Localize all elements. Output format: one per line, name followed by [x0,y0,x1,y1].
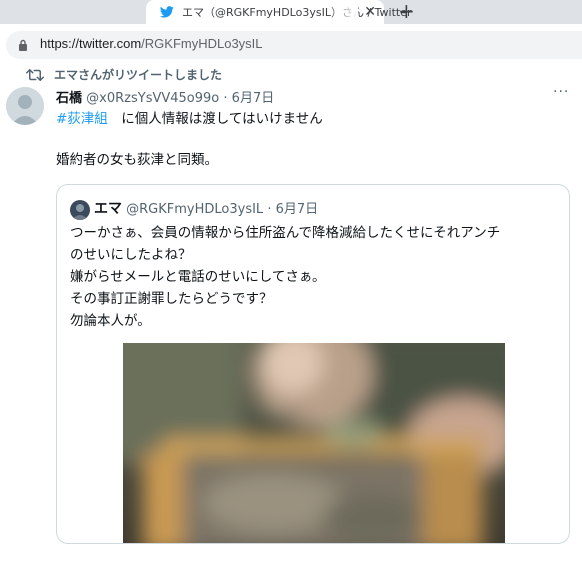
twitter-bird-icon [160,6,174,18]
tweet-line-2: 婚約者の女も荻津と同類。 [56,152,218,168]
browser-tab[interactable]: エマ（@RGKFmyHDLo3ysIL）さん / Twitter ✕ [146,0,412,24]
quote-text: つーかさぁ、会員の情報から住所盗んで降格減給したくせにそれアンチ のせいにしたよ… [70,222,565,332]
quote-date: 6月7日 [275,202,319,217]
retweet-indicator[interactable]: エマさんがリツイートしました [26,66,222,83]
hashtag-link[interactable]: #荻津組 [56,111,108,127]
quoted-tweet[interactable]: エマ @RGKFmyHDLo3ysIL · 6月7日 つーかさぁ、会員の情報から… [56,184,570,544]
close-icon[interactable]: ✕ [364,2,376,22]
blurred-photo [123,343,505,543]
tab-title-fade [328,2,358,22]
url-host: https://twitter.com [40,36,142,51]
url-path: /RGKFmyHDLo3ysIL [141,36,263,51]
new-tab-button[interactable]: + [398,0,415,23]
quote-separator: · [267,202,272,217]
browser-tab-strip: エマ（@RGKFmyHDLo3ysIL）さん / Twitter ✕ + [0,0,582,24]
quote-line: つーかさぁ、会員の情報から住所盗んで降格減給したくせにそれアンチ [70,225,501,241]
quote-avatar-image [70,200,90,220]
quote-avatar [70,200,90,220]
url-text[interactable]: https://twitter.com/RGKFmyHDLo3ysIL [40,36,263,51]
browser-toolbar: https://twitter.com/RGKFmyHDLo3ysIL [0,24,582,64]
tweet-text: #荻津組 に個人情報は渡してはいけません [56,109,566,129]
quote-author-name: エマ [94,201,122,217]
author-handle[interactable]: @x0RzsYsVV45o99o [86,91,219,106]
tweet-header: 石橋 @x0RzsYsVV45o99o · 6月7日 [56,87,274,106]
quote-author-handle: @RGKFmyHDLo3ysIL [126,202,264,217]
quote-line: 勿論本人が。 [70,313,151,329]
author-name[interactable]: 石橋 [56,91,82,106]
quote-line: 嫌がらせメールと電話のせいにしてさぁ。 [70,269,326,285]
quote-line: その事訂正謝罪したらどうです？ [70,291,273,307]
quote-media-image[interactable] [123,343,505,543]
address-bar[interactable]: https://twitter.com/RGKFmyHDLo3ysIL [6,31,582,59]
quote-line: のせいにしたよね？ [70,247,192,263]
quote-header: エマ @RGKFmyHDLo3ysIL · 6月7日 [94,198,318,218]
avatar[interactable] [6,87,44,125]
header-separator: · [223,91,228,106]
retweet-icon [26,68,44,81]
tweet-date[interactable]: 6月7日 [232,91,275,106]
more-options-icon[interactable]: ··· [553,84,569,100]
retweet-label: エマさんがリツイートしました [54,68,223,82]
lock-icon[interactable] [18,39,28,51]
default-avatar-icon [6,87,44,125]
tweet-line-1: に個人情報は渡してはいけません [107,111,323,127]
